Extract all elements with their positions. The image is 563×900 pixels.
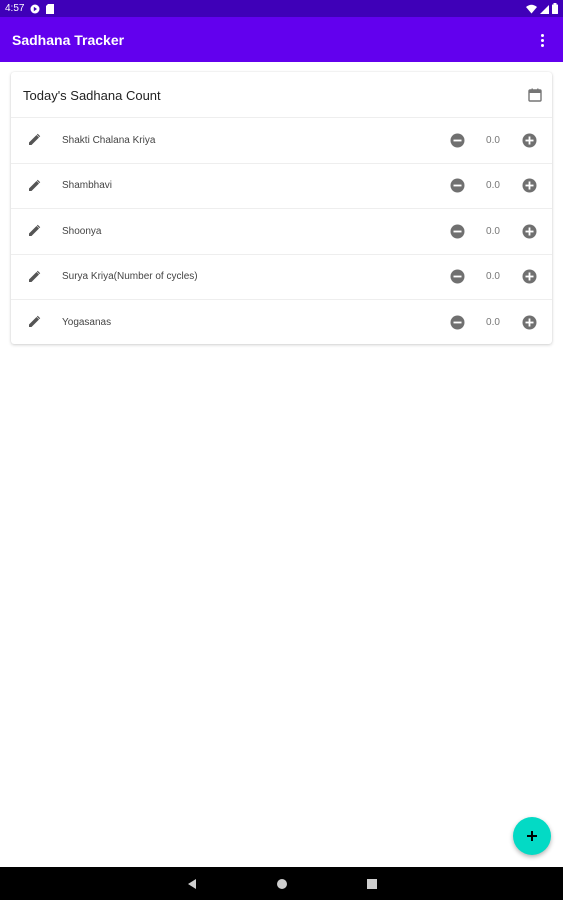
card-title: Today's Sadhana Count — [23, 88, 161, 103]
sd-card-icon — [46, 3, 55, 14]
list-item: Surya Kriya(Number of cycles) 0.0 — [11, 253, 552, 300]
count-value: 0.0 — [486, 180, 500, 192]
status-bar: 4:57 — [0, 0, 563, 17]
overflow-menu-icon[interactable] — [535, 31, 549, 49]
edit-icon[interactable] — [27, 315, 41, 329]
sadhana-list: Shakti Chalana Kriya 0.0 Shambhavi 0.0 S… — [11, 117, 552, 345]
count-value: 0.0 — [486, 316, 500, 328]
list-item: Yogasanas 0.0 — [11, 299, 552, 345]
count-value: 0.0 — [486, 271, 500, 283]
increment-icon[interactable] — [522, 315, 537, 330]
decrement-icon[interactable] — [450, 315, 465, 330]
app-title: Sadhana Tracker — [12, 31, 125, 48]
decrement-icon[interactable] — [450, 224, 465, 239]
edit-icon[interactable] — [27, 224, 41, 238]
back-icon[interactable] — [185, 877, 199, 891]
sadhana-label: Shakti Chalana Kriya — [62, 134, 156, 146]
count-value: 0.0 — [486, 134, 500, 146]
app-bar: Sadhana Tracker — [0, 17, 563, 62]
screen: 4:57 Sadhana Tracker Today's Sadhana Cou… — [0, 0, 563, 900]
recents-icon[interactable] — [365, 877, 379, 891]
home-icon[interactable] — [275, 877, 289, 891]
decrement-icon[interactable] — [450, 269, 465, 284]
edit-icon[interactable] — [27, 179, 41, 193]
decrement-icon[interactable] — [450, 178, 465, 193]
add-button[interactable] — [513, 817, 551, 855]
decrement-icon[interactable] — [450, 133, 465, 148]
increment-icon[interactable] — [522, 178, 537, 193]
card-header: Today's Sadhana Count — [11, 72, 552, 117]
status-time: 4:57 — [5, 3, 25, 14]
edit-icon[interactable] — [27, 270, 41, 284]
edit-icon[interactable] — [27, 133, 41, 147]
battery-icon — [552, 3, 558, 14]
count-value: 0.0 — [486, 225, 500, 237]
sadhana-label: Shoonya — [62, 225, 102, 237]
sadhana-count-card: Today's Sadhana Count Shakti Chalana Kri… — [11, 72, 552, 344]
calendar-icon[interactable] — [528, 88, 542, 102]
list-item: Shambhavi 0.0 — [11, 162, 552, 209]
increment-icon[interactable] — [522, 269, 537, 284]
signal-icon — [540, 4, 549, 14]
sadhana-label: Surya Kriya(Number of cycles) — [62, 271, 198, 283]
wifi-icon — [526, 4, 537, 13]
sadhana-label: Yogasanas — [62, 316, 112, 328]
plus-icon — [527, 831, 537, 841]
list-item: Shakti Chalana Kriya 0.0 — [11, 117, 552, 163]
list-item: Shoonya 0.0 — [11, 208, 552, 254]
google-play-icon — [30, 4, 40, 13]
increment-icon[interactable] — [522, 224, 537, 239]
increment-icon[interactable] — [522, 133, 537, 148]
sadhana-label: Shambhavi — [62, 180, 113, 192]
navigation-bar — [0, 867, 563, 900]
